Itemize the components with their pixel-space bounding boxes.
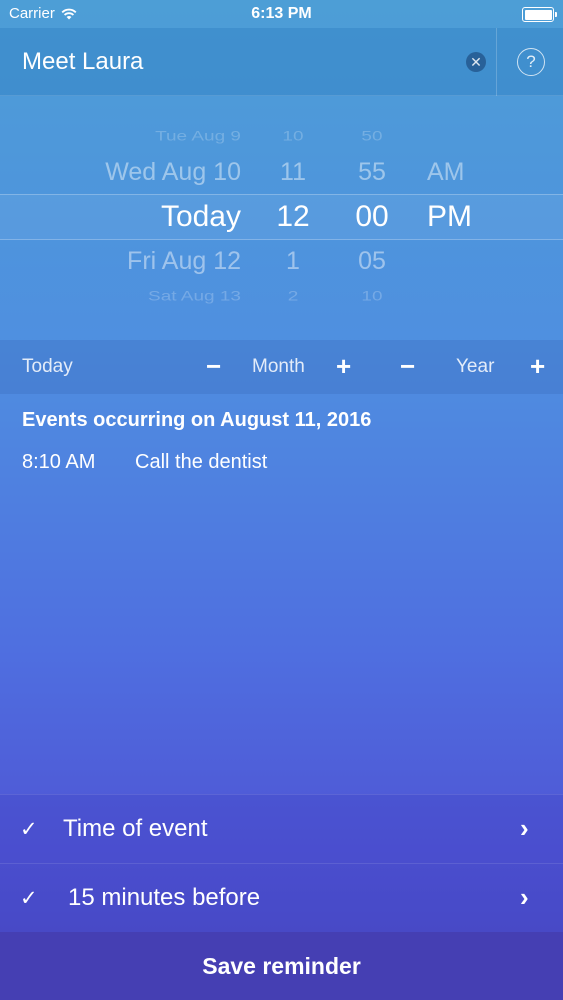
year-minus-button[interactable]: −: [400, 351, 415, 382]
year-label: Year: [456, 356, 495, 377]
today-button[interactable]: Today: [22, 356, 73, 378]
clear-icon[interactable]: ✕: [466, 52, 486, 72]
save-reminder-button[interactable]: Save reminder: [0, 932, 563, 1000]
events-heading: Events occurring on August 11, 2016: [22, 409, 372, 431]
title-divider: [496, 28, 497, 96]
reminder-title-input[interactable]: Meet Laura: [22, 48, 143, 76]
date-nav-bar: Today − Month + − Year +: [0, 340, 563, 394]
picker-minute-option[interactable]: 55: [345, 158, 399, 187]
option-label: 15 minutes before: [68, 884, 261, 911]
battery-icon: [522, 7, 557, 22]
picker-ampm-selected[interactable]: PM: [427, 200, 472, 234]
year-plus-button[interactable]: +: [530, 351, 545, 382]
title-bar: Meet Laura ✕ ?: [0, 28, 563, 96]
month-plus-button[interactable]: +: [336, 351, 351, 382]
status-time: 6:13 PM: [251, 5, 312, 22]
alert-option-time-of-event[interactable]: ✓ Time of event ›: [0, 794, 563, 863]
help-icon[interactable]: ?: [517, 48, 545, 76]
date-time-picker[interactable]: Tue Aug 9 Wed Aug 10 Today Fri Aug 12 Sa…: [0, 96, 563, 340]
event-title: Call the dentist: [135, 451, 268, 473]
picker-minute-selected[interactable]: 00: [345, 200, 399, 234]
picker-minute-option[interactable]: 05: [345, 247, 399, 276]
picker-hour-option[interactable]: 1: [266, 247, 320, 276]
chevron-right-icon: ›: [520, 813, 529, 843]
picker-date-option[interactable]: Fri Aug 12: [127, 247, 241, 276]
picker-date-option[interactable]: Tue Aug 9: [155, 129, 241, 145]
status-bar: Carrier 6:13 PM: [0, 0, 563, 28]
picker-hour-option[interactable]: 10: [266, 129, 320, 145]
event-time: 8:10 AM: [22, 451, 96, 473]
picker-ampm-option[interactable]: AM: [427, 158, 465, 187]
alert-option-15-minutes-before[interactable]: ✓ 15 minutes before ›: [0, 863, 563, 932]
picker-hour-option[interactable]: 11: [266, 158, 320, 187]
check-icon: ✓: [20, 887, 38, 910]
picker-hour-selected[interactable]: 12: [266, 200, 320, 234]
month-label: Month: [252, 356, 305, 377]
picker-date-option[interactable]: Sat Aug 13: [148, 289, 241, 305]
check-icon: ✓: [20, 818, 38, 841]
picker-hour-option[interactable]: 2: [266, 289, 320, 305]
picker-date-selected[interactable]: Today: [161, 200, 241, 234]
chevron-right-icon: ›: [520, 882, 529, 912]
option-label: Time of event: [63, 815, 208, 842]
picker-minute-option[interactable]: 10: [345, 289, 399, 305]
picker-minute-option[interactable]: 50: [345, 129, 399, 145]
picker-date-option[interactable]: Wed Aug 10: [105, 158, 241, 187]
month-minus-button[interactable]: −: [206, 351, 221, 382]
